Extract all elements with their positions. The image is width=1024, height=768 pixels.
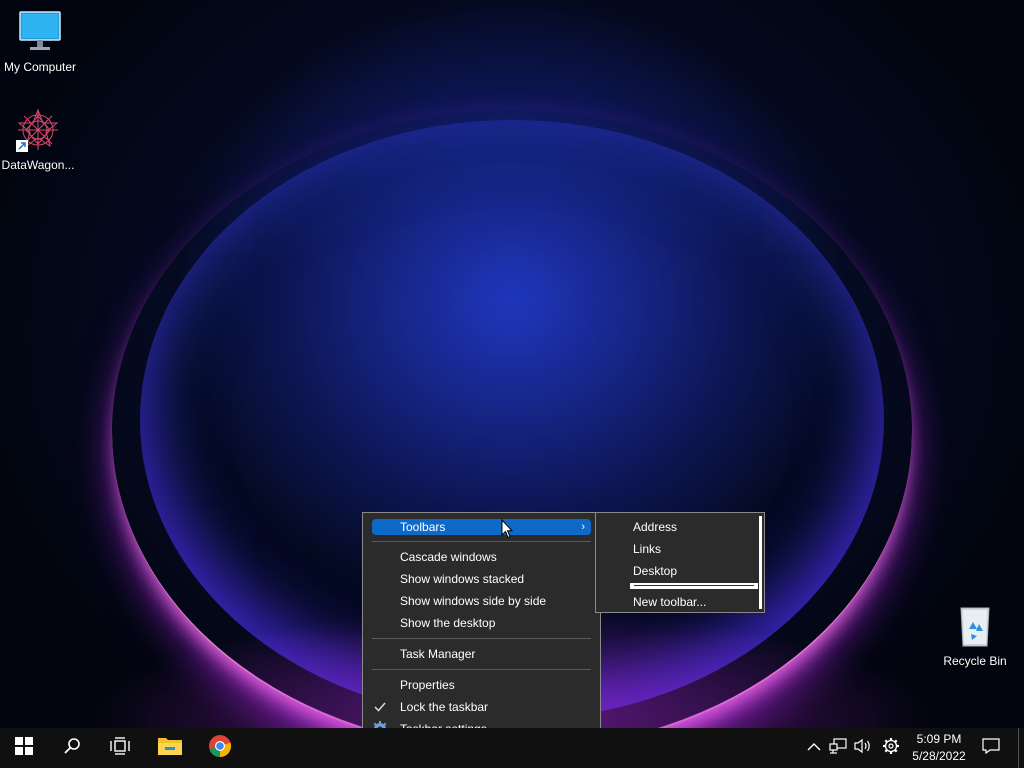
mouse-cursor — [501, 518, 514, 544]
action-center-button[interactable] — [979, 728, 1003, 768]
menu-item-show-windows-stacked[interactable]: Show windows stacked — [363, 571, 600, 587]
menu-item-label: New toolbar... — [633, 595, 707, 609]
file-explorer-icon — [157, 735, 183, 762]
clock-time: 5:09 PM — [916, 732, 962, 746]
taskbar-context-menu: Toolbars › Cascade windows Show windows … — [362, 512, 601, 743]
desktop-icon-label: DataWagon... — [1, 158, 75, 172]
network-button[interactable] — [826, 728, 850, 768]
monitor-icon — [18, 10, 62, 54]
menu-item-label: Toolbars — [400, 520, 446, 534]
taskbar-clock[interactable]: 5:09 PM 5/28/2022 — [906, 731, 972, 765]
menu-item-cascade-windows[interactable]: Cascade windows — [363, 549, 600, 565]
submenu-item-address[interactable]: Address — [596, 519, 760, 535]
desktop-icon-label: Recycle Bin — [943, 654, 1007, 668]
menu-item-label: Links — [633, 542, 662, 556]
menu-item-label: Task Manager — [400, 647, 476, 661]
settings-gear-icon — [882, 737, 900, 760]
submenu-scrollbar[interactable] — [759, 516, 762, 609]
search-button[interactable] — [48, 728, 96, 768]
recycle-bin-icon — [953, 604, 997, 648]
settings-button[interactable] — [879, 728, 903, 768]
menu-item-show-windows-side-by-side[interactable]: Show windows side by side — [363, 593, 600, 609]
windows-start-icon — [15, 736, 33, 760]
menu-separator — [372, 541, 591, 542]
menu-item-label: Properties — [400, 678, 455, 692]
submenu-separator-highlight — [630, 583, 758, 589]
menu-item-label: Lock the taskbar — [400, 700, 489, 714]
menu-item-task-manager[interactable]: Task Manager — [363, 646, 600, 662]
taskbar: 5:09 PM 5/28/2022 — [0, 728, 1024, 768]
chrome-icon — [208, 734, 232, 763]
clock-date: 5/28/2022 — [912, 749, 966, 763]
menu-item-label: Show windows stacked — [400, 572, 525, 586]
submenu-item-desktop[interactable]: Desktop — [596, 563, 760, 579]
start-button[interactable] — [0, 728, 48, 768]
menu-item-label: Cascade windows — [400, 550, 497, 564]
desktop-icon-recycle-bin[interactable]: Recycle Bin — [935, 604, 1015, 668]
task-view-icon — [110, 736, 130, 760]
show-desktop-button[interactable] — [1018, 728, 1024, 768]
desktop-icon-label: My Computer — [3, 60, 77, 74]
menu-item-label: Show the desktop — [400, 616, 496, 630]
submenu-arrow-icon: › — [581, 521, 585, 533]
task-view-button[interactable] — [96, 728, 144, 768]
chevron-up-icon — [807, 739, 821, 757]
desktop-icon-datawagon[interactable]: DataWagon... — [0, 108, 78, 172]
desktop-icon-my-computer[interactable]: My Computer — [0, 10, 80, 74]
menu-item-properties[interactable]: Properties — [363, 677, 600, 693]
menu-separator — [372, 669, 591, 670]
menu-item-label: Show windows side by side — [400, 594, 547, 608]
menu-item-lock-the-taskbar[interactable]: Lock the taskbar — [363, 699, 600, 715]
menu-item-label: Address — [633, 520, 678, 534]
datawagon-star-icon — [16, 108, 60, 152]
search-icon — [63, 737, 81, 760]
menu-item-toolbars[interactable]: Toolbars › — [372, 519, 591, 535]
chrome-button[interactable] — [196, 728, 244, 768]
volume-icon — [854, 738, 872, 759]
menu-item-show-the-desktop[interactable]: Show the desktop — [363, 615, 600, 631]
submenu-item-new-toolbar[interactable]: New toolbar... — [596, 594, 760, 610]
menu-separator — [372, 638, 591, 639]
submenu-item-links[interactable]: Links — [596, 541, 760, 557]
volume-button[interactable] — [851, 728, 875, 768]
network-icon — [829, 737, 847, 759]
show-hidden-icons-button[interactable] — [802, 728, 826, 768]
file-explorer-button[interactable] — [146, 728, 194, 768]
menu-item-label: Desktop — [633, 564, 678, 578]
toolbars-submenu: Address Links Desktop New toolbar... — [595, 512, 765, 613]
checkmark-icon — [374, 699, 386, 719]
notification-icon — [982, 737, 1000, 759]
